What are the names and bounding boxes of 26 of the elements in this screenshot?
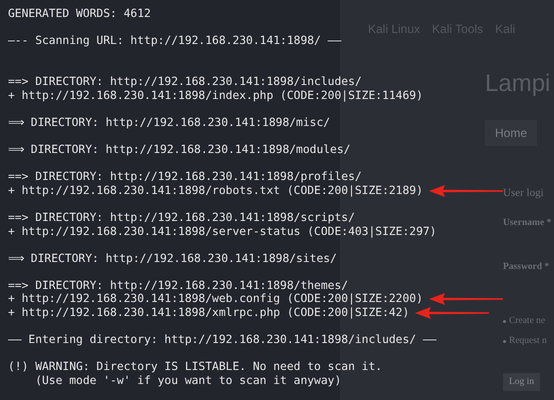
terminal-line: (Use mode '-w' if you want to scan it anyway) — [34, 374, 342, 388]
terminal-line: + http://192.168.230.141:1898/index.php (CODE:200|SIZE:11469) — [8, 88, 423, 102]
nav-tab[interactable]: Home — [485, 120, 538, 146]
bullet-icon — [503, 340, 506, 343]
terminal-line: ==> DIRECTORY: http://192.168.230.141:1898/profiles/ — [8, 170, 362, 184]
terminal-line: + http://192.168.230.141:1898/xmlrpc.php (CODE:200|SIZE:42) — [8, 306, 410, 320]
terminal-line: GENERATED WORDS: 4612 — [8, 7, 151, 21]
field-label: Username * — [503, 216, 552, 230]
field-label: Password * — [503, 260, 550, 274]
terminal-line: + http://192.168.230.141:1898/robots.txt (CODE:200|SIZE:2189) — [8, 184, 423, 198]
terminal-line: —— Entering directory: http://192.168.230.141:1898/includes/ —— — [8, 333, 436, 347]
login-button[interactable]: Log in — [503, 372, 540, 391]
login-link[interactable]: Request n — [509, 334, 547, 348]
login-link[interactable]: Create ne — [509, 314, 546, 328]
terminal-line: + http://192.168.230.141:1898/server-status (CODE:403|SIZE:297) — [8, 224, 436, 238]
terminal-line: ⟹ DIRECTORY: http://192.168.230.141:1898/sites/ — [8, 252, 337, 266]
terminal-line: + http://192.168.230.141:1898/web.config (CODE:200|SIZE:2200) — [8, 292, 423, 306]
terminal-line: ==> DIRECTORY: http://192.168.230.141:1898/themes/ — [8, 278, 348, 292]
terminal-line: ==> DIRECTORY: http://192.168.230.141:1898/includes/ — [8, 74, 362, 89]
terminal-line: ⟹ DIRECTORY: http://192.168.230.141:1898/misc/ — [8, 116, 330, 130]
login-heading: User logi — [503, 186, 545, 201]
terminal-line: ⟹ DIRECTORY: http://192.168.230.141:1898/modules/ — [8, 142, 350, 157]
terminal-line: ==> DIRECTORY: http://192.168.230.141:1898/scripts/ — [8, 210, 355, 224]
terminal-line: (!) WARNING: Directory IS LISTABLE. No need to scan it. — [8, 360, 382, 374]
bullet-icon — [503, 320, 506, 323]
terminal-line: —-- Scanning URL: http://192.168.230.141:1898/ —— — [8, 34, 342, 48]
